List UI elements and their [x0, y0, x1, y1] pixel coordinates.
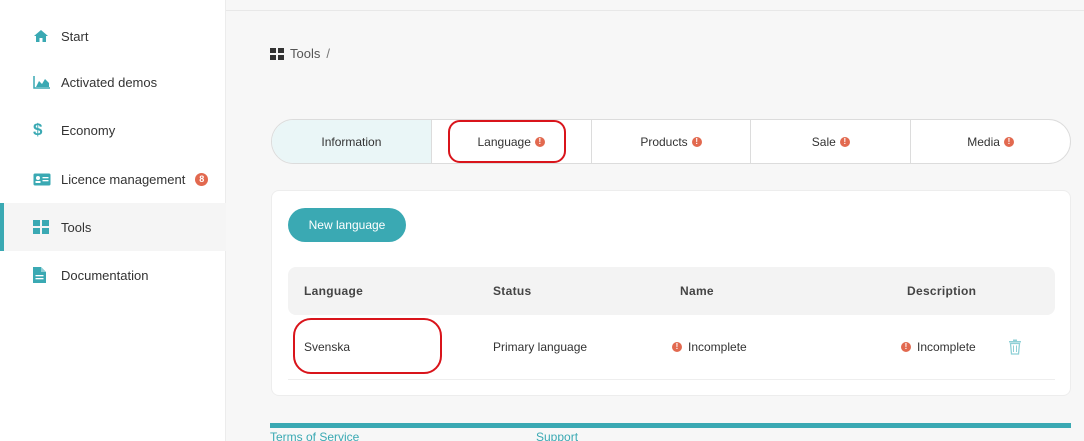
new-language-button[interactable]: New language	[288, 208, 406, 242]
header-divider	[226, 10, 1084, 11]
cell-name-text: Incomplete	[688, 340, 747, 354]
footer-divider	[270, 423, 1071, 428]
notification-badge: 8	[195, 172, 209, 186]
dollar-icon: $	[33, 120, 43, 139]
cell-description: ! Incomplete	[901, 340, 976, 354]
sidebar-item-economy[interactable]: $ Economy	[0, 106, 226, 154]
sidebar-item-label: Tools	[61, 219, 92, 235]
tab-label: Language	[477, 134, 531, 149]
cell-language: Svenska	[304, 340, 351, 354]
sidebar-item-label: Licence management	[61, 171, 186, 187]
file-icon	[33, 267, 53, 283]
warning-icon: !	[1003, 136, 1014, 147]
chart-area-icon	[33, 74, 53, 90]
column-header-language: Language	[304, 284, 364, 298]
table-row[interactable]: Svenska Primary language ! Incomplete ! …	[288, 315, 1055, 380]
tab-label: Sale	[811, 134, 836, 149]
sidebar-item-label: Documentation	[61, 267, 149, 283]
tab-products[interactable]: Products !	[592, 120, 752, 163]
warning-icon: !	[691, 136, 702, 147]
sidebar-item-licence-management[interactable]: Licence management 8	[0, 155, 226, 203]
sidebar-item-tools[interactable]: Tools	[0, 203, 226, 251]
tab-sale[interactable]: Sale !	[751, 120, 912, 163]
cell-description-text: Incomplete	[917, 340, 976, 354]
column-header-status: Status	[493, 284, 532, 298]
warning-icon: !	[672, 342, 682, 352]
column-header-description: Description	[907, 284, 977, 298]
cell-status: Primary language	[493, 340, 588, 354]
breadcrumb: Tools /	[270, 46, 330, 61]
support-link[interactable]: Support	[536, 430, 578, 441]
warning-icon: !	[901, 342, 911, 352]
sidebar-item-label: Economy	[61, 122, 116, 138]
warning-icon: !	[534, 136, 545, 147]
id-card-icon	[33, 171, 53, 187]
sidebar-item-label: Start	[61, 28, 89, 44]
home-icon	[33, 28, 53, 44]
tab-bar: Information Language ! Products ! Sale !…	[271, 119, 1071, 164]
tab-media[interactable]: Media !	[911, 120, 1070, 163]
terms-of-service-link[interactable]: Terms of Service	[270, 430, 359, 441]
sidebar-item-documentation[interactable]: Documentation	[0, 251, 226, 299]
tab-label: Information	[321, 134, 382, 149]
sidebar-item-label: Activated demos	[61, 74, 158, 90]
language-card: New language Language Status Name Descri…	[271, 190, 1071, 396]
tab-label: Media	[967, 134, 1000, 149]
table-header: Language Status Name Description	[288, 267, 1055, 315]
tab-label: Products	[640, 134, 688, 149]
cell-name: ! Incomplete	[672, 340, 747, 354]
grid-icon	[270, 47, 284, 60]
grid-icon	[33, 219, 53, 235]
trash-icon[interactable]	[1008, 339, 1022, 355]
tab-language[interactable]: Language !	[432, 120, 592, 163]
breadcrumb-tools[interactable]: Tools	[290, 46, 320, 61]
sidebar: Start Activated demos $ Economy Licence …	[0, 0, 226, 441]
breadcrumb-separator: /	[326, 46, 330, 61]
warning-icon: !	[839, 136, 850, 147]
sidebar-item-activated-demos[interactable]: Activated demos	[0, 58, 226, 106]
column-header-name: Name	[680, 284, 714, 298]
sidebar-item-start[interactable]: Start	[0, 12, 226, 60]
tab-information[interactable]: Information	[272, 120, 432, 163]
